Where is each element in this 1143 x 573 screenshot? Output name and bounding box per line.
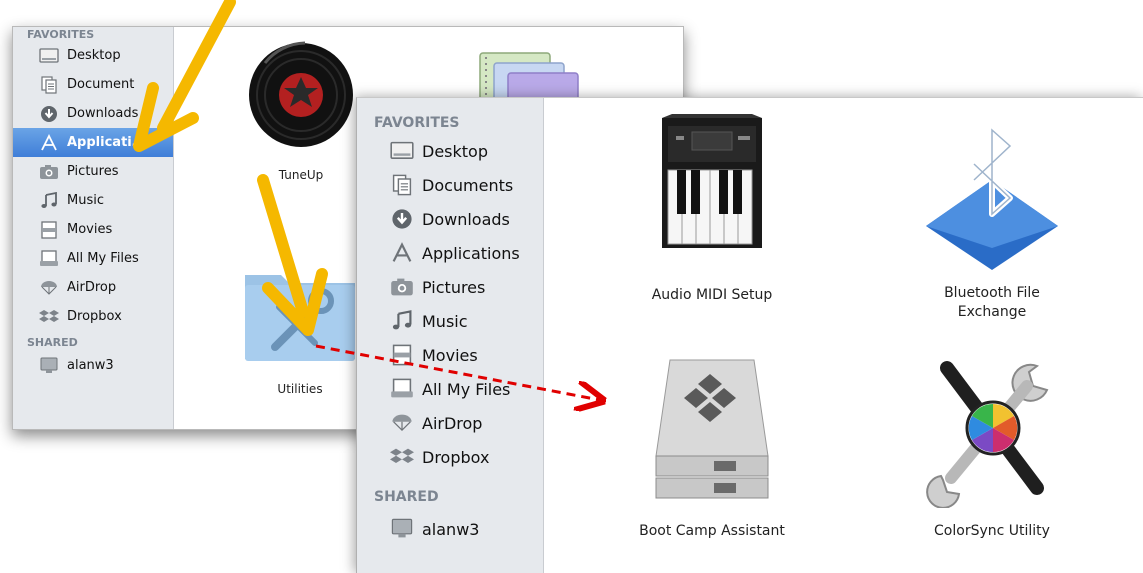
sidebar-item-airdrop[interactable]: AirDrop xyxy=(13,273,173,302)
sidebar-item-label: All My Files xyxy=(67,251,139,266)
downloads-icon xyxy=(390,208,414,230)
all-my-files-icon xyxy=(390,378,414,400)
desktop-icon xyxy=(39,47,59,65)
file-colorsync-utility[interactable]: ColorSync Utility xyxy=(912,348,1072,541)
airdrop-icon xyxy=(390,412,414,434)
desktop-icon xyxy=(390,140,414,162)
file-label: ColorSync Utility xyxy=(934,523,1050,539)
sidebar-item-desktop[interactable]: Desktop xyxy=(13,41,173,70)
file-tuneup[interactable]: TuneUp xyxy=(241,39,361,183)
file-label: Utilities xyxy=(277,382,323,396)
all-my-files-icon xyxy=(39,249,59,268)
sidebar-item-all-my-files[interactable]: All My Files xyxy=(13,244,173,273)
sidebar-item-label: alanw3 xyxy=(67,358,114,373)
sidebar-item-dropbox[interactable]: Dropbox xyxy=(357,440,543,474)
file-utilities[interactable]: Utilities xyxy=(235,255,365,397)
file-label: TuneUp xyxy=(278,168,324,182)
sidebar-item-label: Desktop xyxy=(67,48,121,63)
documents-icon xyxy=(390,174,414,196)
documents-icon xyxy=(39,75,59,94)
music-icon xyxy=(39,191,59,210)
sidebar-item-documents[interactable]: Documents xyxy=(357,168,543,202)
sidebar-item-label: Document xyxy=(67,77,135,92)
sidebar-item-all-my-files[interactable]: All My Files xyxy=(357,372,543,406)
sidebar-item-label: Music xyxy=(67,193,104,208)
utilities-folder-icon xyxy=(235,255,365,367)
applications-icon xyxy=(39,133,59,152)
sidebar-item-alanw3[interactable]: alanw3 xyxy=(357,512,543,546)
sidebar-item-label: All My Files xyxy=(422,379,511,399)
sidebar-item-music[interactable]: Music xyxy=(13,186,173,215)
file-bluetooth-file-exchange[interactable]: Bluetooth File Exchange xyxy=(912,116,1072,322)
sidebar-item-applications[interactable]: Applications xyxy=(357,236,543,270)
boot-camp-drive-icon xyxy=(652,348,772,508)
movies-icon xyxy=(390,344,414,366)
sidebar-item-label: alanw3 xyxy=(422,519,480,539)
colorsync-tools-icon xyxy=(917,348,1067,508)
sidebar-item-music[interactable]: Music xyxy=(357,304,543,338)
sidebar-section-shared: SHARED xyxy=(27,336,78,349)
music-icon xyxy=(390,310,414,332)
pictures-icon xyxy=(39,163,59,181)
tuneup-record-icon xyxy=(241,39,361,151)
sidebar-item-label: Movies xyxy=(422,345,478,365)
sidebar-item-desktop[interactable]: Desktop xyxy=(357,134,543,168)
sidebar-item-movies[interactable]: Movies xyxy=(357,338,543,372)
sidebar-item-dropbox[interactable]: Dropbox xyxy=(13,302,173,331)
sidebar-item-alanw3[interactable]: alanw3 xyxy=(13,351,173,380)
sidebar: FAVORITES Desktop Documents Downloads Ap… xyxy=(357,98,544,573)
sidebar-item-applications[interactable]: Applicati… xyxy=(13,128,173,157)
sidebar-section-favorites: FAVORITES xyxy=(374,115,460,131)
sidebar-item-label: Dropbox xyxy=(422,447,490,467)
sidebar-item-downloads[interactable]: Downloads xyxy=(357,202,543,236)
sidebar-item-label: Music xyxy=(422,311,468,331)
airdrop-icon xyxy=(39,279,59,297)
sidebar-section-shared: SHARED xyxy=(374,489,439,505)
sidebar-item-label: Applications xyxy=(422,243,520,263)
sidebar-item-label: Applicati… xyxy=(67,135,145,150)
sidebar-item-label: Dropbox xyxy=(67,309,122,324)
piano-keyboard-icon xyxy=(652,110,772,270)
file-audio-midi-setup[interactable]: Audio MIDI Setup xyxy=(617,110,807,305)
sidebar: FAVORITES Desktop Document Downloads App… xyxy=(13,27,174,429)
file-boot-camp-assistant[interactable]: Boot Camp Assistant xyxy=(617,348,807,541)
sidebar-item-label: Movies xyxy=(67,222,113,237)
sidebar-item-label: Desktop xyxy=(422,141,488,161)
sidebar-section-favorites: FAVORITES xyxy=(27,28,95,41)
sidebar-item-pictures[interactable]: Pictures xyxy=(357,270,543,304)
dropbox-icon xyxy=(390,446,414,468)
computer-icon xyxy=(390,518,414,540)
file-label: Audio MIDI Setup xyxy=(651,287,773,303)
downloads-icon xyxy=(39,105,59,123)
movies-icon xyxy=(39,220,59,239)
pictures-icon xyxy=(390,276,414,298)
dropbox-icon xyxy=(39,308,59,326)
sidebar-item-label: Downloads xyxy=(67,106,139,121)
file-label: Bluetooth File Exchange xyxy=(944,285,1040,320)
sidebar-item-label: Pictures xyxy=(67,164,119,179)
bluetooth-icon xyxy=(922,116,1062,276)
finder-window-front: FAVORITES Desktop Documents Downloads Ap… xyxy=(356,97,1143,573)
sidebar-item-documents[interactable]: Document xyxy=(13,70,173,99)
sidebar-item-label: Documents xyxy=(422,175,514,195)
file-label: Boot Camp Assistant xyxy=(639,523,785,539)
computer-icon xyxy=(39,357,59,375)
sidebar-item-movies[interactable]: Movies xyxy=(13,215,173,244)
sidebar-item-pictures[interactable]: Pictures xyxy=(13,157,173,186)
sidebar-item-downloads[interactable]: Downloads xyxy=(13,99,173,128)
sidebar-item-airdrop[interactable]: AirDrop xyxy=(357,406,543,440)
sidebar-item-label: Pictures xyxy=(422,277,486,297)
sidebar-item-label: Downloads xyxy=(422,209,510,229)
sidebar-item-label: AirDrop xyxy=(422,413,483,433)
applications-icon xyxy=(390,242,414,264)
sidebar-item-label: AirDrop xyxy=(67,280,117,295)
